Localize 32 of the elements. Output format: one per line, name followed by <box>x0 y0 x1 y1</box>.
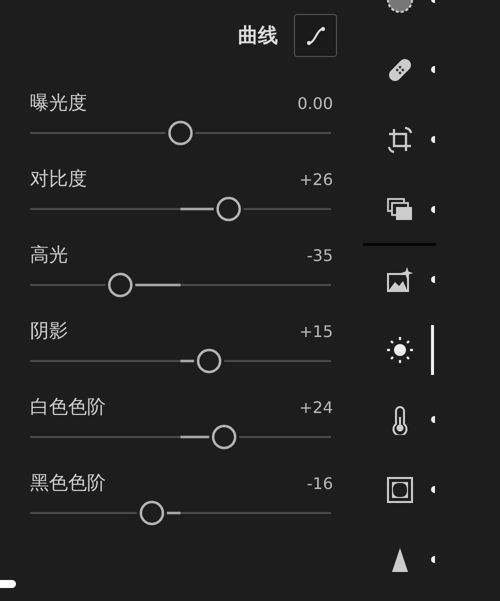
crop-icon[interactable] <box>385 125 415 155</box>
slider-value: 0.00 <box>297 94 333 112</box>
slider-value: +24 <box>299 398 333 416</box>
slider-track[interactable] <box>30 196 331 222</box>
slider-label: 黑色色阶 <box>30 471 106 496</box>
slider-track[interactable] <box>30 348 331 374</box>
slider-track[interactable] <box>30 120 331 146</box>
slider-thumb[interactable] <box>212 424 236 450</box>
slider-thumb[interactable] <box>196 348 222 374</box>
slider-thumb[interactable] <box>140 500 164 526</box>
slider-label: 白色色阶 <box>30 395 106 420</box>
slider-label: 阴影 <box>30 319 68 344</box>
curve-button[interactable] <box>294 14 337 57</box>
slider-thumb[interactable] <box>216 196 241 222</box>
slider-thumb[interactable] <box>168 120 193 146</box>
slider-value: -16 <box>306 474 333 492</box>
slider-value: +15 <box>299 322 333 340</box>
slider-label: 对比度 <box>30 167 87 192</box>
curve-label: 曲线 <box>238 22 278 49</box>
slider-value: -35 <box>306 246 333 264</box>
slider-track[interactable] <box>30 500 331 526</box>
sparkle-image-icon[interactable] <box>385 265 415 295</box>
slider-track[interactable] <box>30 424 331 450</box>
slider-label: 高光 <box>30 243 68 268</box>
vignette-icon[interactable] <box>385 475 415 505</box>
slider-thumb[interactable] <box>108 272 133 298</box>
slider-track[interactable] <box>30 272 331 298</box>
slider-value: +26 <box>299 170 333 188</box>
scroll-indicator <box>0 580 16 588</box>
sun-icon[interactable] <box>385 335 415 365</box>
slider-label: 曝光度 <box>30 91 87 116</box>
curve-icon <box>304 24 326 46</box>
